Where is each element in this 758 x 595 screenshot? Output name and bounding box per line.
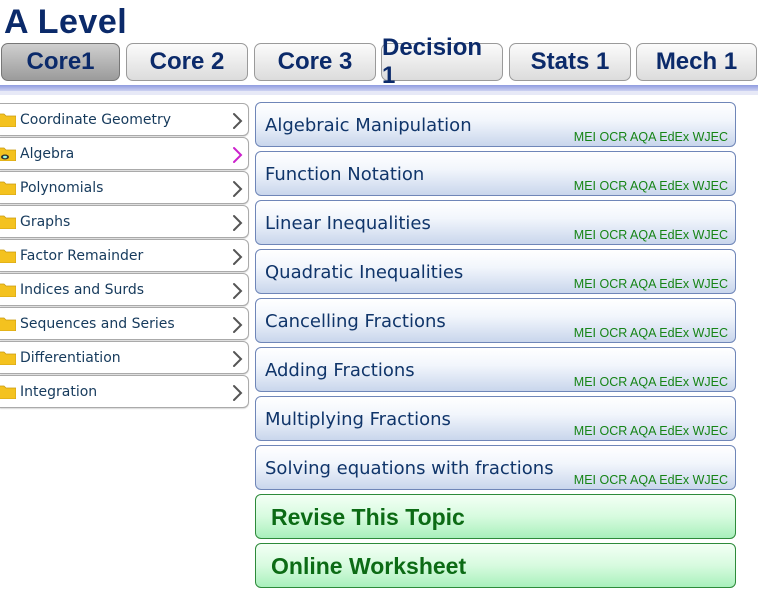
- topic-label: Algebra: [20, 146, 75, 162]
- topic-item[interactable]: Factor Remainder: [0, 239, 249, 272]
- subtopic-button[interactable]: Solving equations with fractions MEI OCR …: [255, 445, 736, 490]
- subtopic-label: Adding Fractions: [265, 360, 415, 381]
- subtopic-button[interactable]: Quadratic Inequalities MEI OCR AQA EdEx W…: [255, 249, 736, 294]
- subtopic-label: Algebraic Manipulation: [265, 115, 472, 136]
- tab-mech1[interactable]: Mech 1: [636, 43, 757, 81]
- revise-topic-button-label: Revise This Topic: [271, 504, 465, 530]
- subtopic-button[interactable]: Adding Fractions MEI OCR AQA EdEx WJEC: [255, 347, 736, 392]
- topic-item[interactable]: Coordinate Geometry: [0, 103, 249, 136]
- topic-label: Differentiation: [20, 350, 121, 366]
- topic-label: Indices and Surds: [20, 282, 145, 298]
- subtopic-label: Cancelling Fractions: [265, 311, 446, 332]
- revise-topic-button[interactable]: Revise This Topic: [255, 494, 736, 539]
- exam-boards: MEI OCR AQA EdEx WJEC: [573, 179, 728, 193]
- topic-item[interactable]: Indices and Surds: [0, 273, 249, 306]
- subtopic-button[interactable]: Function Notation MEI OCR AQA EdEx WJEC: [255, 151, 736, 196]
- topic-label: Coordinate Geometry: [20, 112, 172, 128]
- tab-core3[interactable]: Core 3: [254, 43, 376, 81]
- subtopic-label: Multiplying Fractions: [265, 409, 451, 430]
- topic-item[interactable]: Graphs: [0, 205, 249, 238]
- tab-stats1[interactable]: Stats 1: [509, 43, 631, 81]
- exam-boards: MEI OCR AQA EdEx WJEC: [573, 228, 728, 242]
- exam-boards: MEI OCR AQA EdEx WJEC: [573, 130, 728, 144]
- exam-boards: MEI OCR AQA EdEx WJEC: [573, 277, 728, 291]
- subtopic-label: Solving equations with fractions: [265, 458, 554, 479]
- subtopic-label: Linear Inequalities: [265, 213, 431, 234]
- tab-core1[interactable]: Core1: [1, 43, 120, 81]
- topic-label: Polynomials: [20, 180, 104, 196]
- subtopic-label: Quadratic Inequalities: [265, 262, 464, 283]
- online-worksheet-button-label: Online Worksheet: [271, 553, 467, 579]
- subtopic-button[interactable]: Algebraic Manipulation MEI OCR AQA EdEx W…: [255, 102, 736, 147]
- exam-boards: MEI OCR AQA EdEx WJEC: [573, 473, 728, 487]
- topic-label: Sequences and Series: [20, 316, 175, 332]
- subtopic-button[interactable]: Multiplying Fractions MEI OCR AQA EdEx WJ…: [255, 396, 736, 441]
- exam-boards: MEI OCR AQA EdEx WJEC: [573, 326, 728, 340]
- tab-core2[interactable]: Core 2: [126, 43, 248, 81]
- course-tabs: Core1 Core 2 Core 3 Decision 1 Stats 1 M…: [0, 34, 758, 89]
- page-title: A Level: [4, 3, 128, 41]
- subtopic-button[interactable]: Cancelling Fractions MEI OCR AQA EdEx WJE…: [255, 298, 736, 343]
- tab-underline-shadow: [0, 91, 758, 95]
- topic-item[interactable]: Integration: [0, 375, 249, 408]
- exam-boards: MEI OCR AQA EdEx WJEC: [573, 375, 728, 389]
- subtopic-list: Algebraic Manipulation MEI OCR AQA EdEx W…: [255, 102, 736, 592]
- topic-item[interactable]: Sequences and Series: [0, 307, 249, 340]
- topic-label: Graphs: [20, 214, 71, 230]
- topic-label: Integration: [20, 384, 98, 400]
- topic-item[interactable]: Polynomials: [0, 171, 249, 204]
- topic-item[interactable]: Differentiation: [0, 341, 249, 374]
- topic-list: Coordinate Geometry Algebra Polynomials Gra…: [0, 103, 249, 409]
- exam-boards: MEI OCR AQA EdEx WJEC: [573, 424, 728, 438]
- subtopic-label: Function Notation: [265, 164, 425, 185]
- tab-decision1[interactable]: Decision 1: [381, 34, 503, 89]
- subtopic-button[interactable]: Linear Inequalities MEI OCR AQA EdEx WJEC: [255, 200, 736, 245]
- online-worksheet-button[interactable]: Online Worksheet: [255, 543, 736, 588]
- topic-item[interactable]: Algebra: [0, 137, 249, 170]
- topic-label: Factor Remainder: [20, 248, 144, 264]
